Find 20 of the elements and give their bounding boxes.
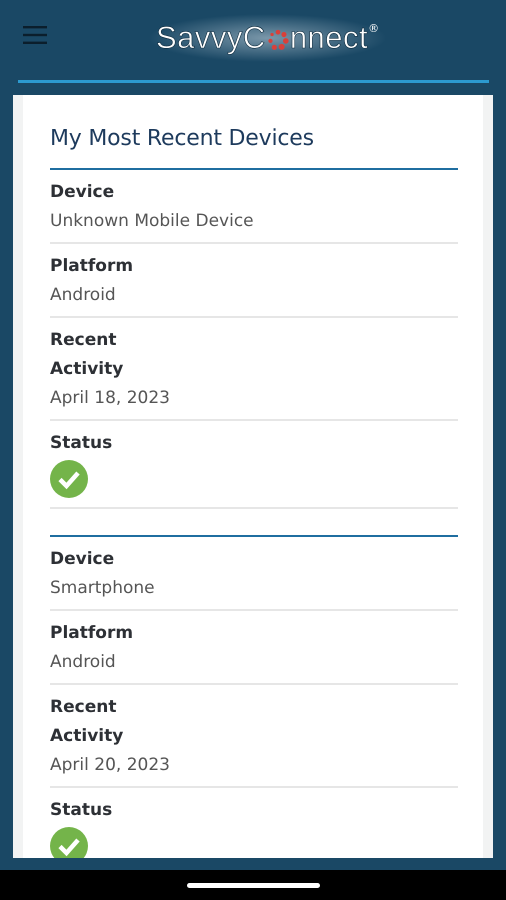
field-label: Status — [50, 432, 114, 455]
field-label: Status — [50, 799, 114, 822]
field-label: Platform — [50, 255, 134, 278]
field-label: Recent Activity — [50, 329, 124, 381]
field-value: Smartphone — [50, 577, 156, 600]
dots-icon — [266, 29, 289, 51]
field-value: April 18, 2023 — [50, 387, 171, 410]
field-value: Android — [50, 651, 117, 674]
field-label: Device — [50, 548, 116, 571]
logo-text: SavvyC — [156, 20, 266, 56]
registered-mark: ® — [368, 22, 380, 35]
logo-text: nnect — [290, 20, 368, 56]
field-value: Unknown Mobile Device — [50, 210, 255, 233]
field-label: Recent Activity — [50, 696, 124, 748]
field-value: April 20, 2023 — [50, 754, 171, 777]
field-label: Device — [50, 181, 116, 204]
field-label: Platform — [50, 622, 134, 645]
section-title: My Most Recent Devices — [50, 126, 315, 153]
field-value: Android — [50, 284, 117, 307]
home-indicator[interactable] — [186, 882, 320, 888]
